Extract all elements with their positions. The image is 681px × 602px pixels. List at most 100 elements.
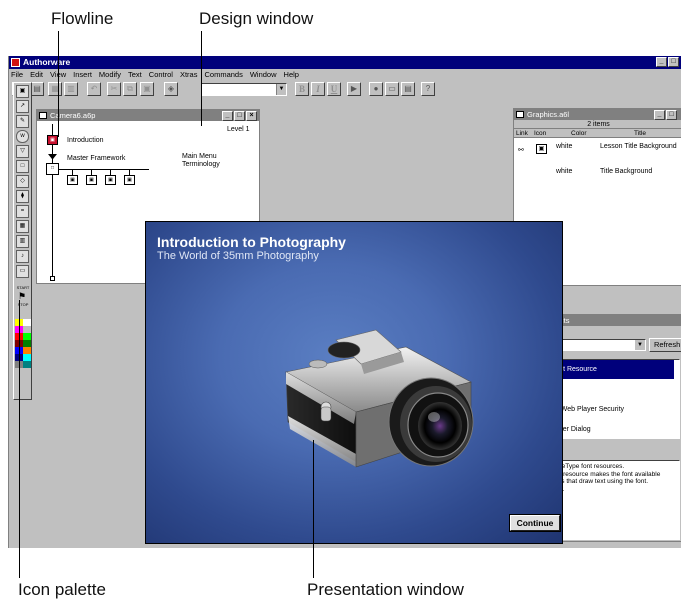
graphics-column-headers: Link Icon Color Title — [514, 129, 681, 138]
graphics-maximize-button[interactable]: □ — [666, 110, 677, 120]
paste-icon[interactable]: ▣ — [140, 82, 154, 96]
menu-item-control[interactable]: Control — [149, 70, 173, 79]
column-title[interactable]: Title — [634, 129, 646, 138]
help-pointer-icon[interactable]: ? — [421, 82, 435, 96]
find-icon[interactable]: ◈ — [164, 82, 178, 96]
framework-icon[interactable]: □ — [16, 160, 29, 173]
knowledge-objects-icon[interactable]: ▤ — [401, 82, 415, 96]
menu-item-text[interactable]: Text — [128, 70, 142, 79]
graphics-minimize-button[interactable]: _ — [654, 110, 665, 120]
table-row[interactable]: white Title Background — [514, 167, 681, 189]
maximize-button[interactable]: □ — [668, 57, 679, 67]
menu-item-edit[interactable]: Edit — [30, 70, 43, 79]
navigate-icon[interactable]: ▽ — [16, 145, 29, 158]
flowline-pointer-line — [58, 31, 59, 137]
digital-movie-icon[interactable]: ▥ — [16, 235, 29, 248]
wait-icon[interactable]: w — [16, 130, 29, 143]
graphics-window-title: Graphics.a6l — [527, 110, 570, 119]
icon-palette: ▣ ↗ ✎ w ▽ □ ◇ ⧫ = ▦ ▥ ♪ ▭ START ⚑ STOP — [13, 82, 32, 400]
page-display-icon[interactable]: ▣ — [105, 175, 116, 185]
underline-button[interactable]: U — [327, 82, 341, 96]
document-icon — [39, 112, 47, 119]
copy-icon[interactable]: ⧉ — [123, 82, 137, 96]
design-minimize-button[interactable]: _ — [222, 111, 233, 121]
level-label: Level 1 — [227, 126, 250, 133]
menu-bar: FileEditViewInsertModifyTextControlXtras… — [9, 69, 681, 80]
cut-icon[interactable]: ✂ — [107, 82, 121, 96]
page-display-icon[interactable]: ▣ — [67, 175, 78, 185]
refresh-button[interactable]: Refresh — [649, 338, 681, 352]
row-title: Lesson Title Background — [600, 143, 677, 150]
toolbar: ▭ ▤ ▦ ▥ ↶ ✂ ⧉ ▣ ◈ ▼ B I U ▶ ● ▭ ▤ ? — [9, 81, 681, 98]
figure: Flowline Design window Icon palette Pres… — [0, 0, 681, 602]
camera-image — [285, 329, 474, 468]
undo-icon[interactable]: ↶ — [87, 82, 101, 96]
master-framework-icon[interactable]: □ — [46, 163, 59, 175]
restart-icon[interactable]: ▶ — [347, 82, 361, 96]
functions-icon[interactable]: ● — [369, 82, 383, 96]
color-swatch[interactable] — [23, 340, 31, 347]
table-row[interactable]: ⚯ ▣ white Lesson Title Background — [514, 142, 681, 164]
italic-button[interactable]: I — [311, 82, 325, 96]
page-display-icon[interactable]: ▣ — [124, 175, 135, 185]
presentation-window-pointer-line — [313, 440, 314, 578]
bold-button[interactable]: B — [295, 82, 309, 96]
design-window-title-bar: Camera6.a6p _ □ × — [37, 110, 259, 121]
row-color: white — [556, 168, 573, 175]
motion-icon[interactable]: ↗ — [16, 100, 29, 113]
color-swatch[interactable] — [23, 326, 31, 333]
display-icon: ▣ — [536, 144, 547, 154]
save-icon[interactable]: ▦ — [48, 82, 62, 96]
column-link[interactable]: Link — [516, 129, 528, 138]
decision-icon[interactable]: ◇ — [16, 175, 29, 188]
menu-item-file[interactable]: File — [11, 70, 23, 79]
sound-icon[interactable]: ♪ — [16, 250, 29, 263]
open-file-icon[interactable]: ▤ — [30, 82, 44, 96]
icon-palette-pointer-line — [19, 300, 20, 578]
menu-item-insert[interactable]: Insert — [73, 70, 92, 79]
calculation-icon[interactable]: = — [16, 205, 29, 218]
start-flag-label: START — [16, 285, 30, 290]
graphics-title-bar: Graphics.a6l _ □ — [514, 109, 681, 120]
menu-item-help[interactable]: Help — [284, 70, 299, 79]
design-window-callout: Design window — [199, 9, 314, 28]
main-menu-label: Main Menu — [182, 153, 217, 160]
erase-icon[interactable]: ✎ — [16, 115, 29, 128]
color-swatch[interactable] — [23, 347, 31, 354]
variables-icon[interactable]: ▭ — [385, 82, 399, 96]
color-swatch[interactable] — [23, 333, 31, 340]
minimize-button[interactable]: _ — [656, 57, 667, 67]
row-title: Title Background — [600, 168, 653, 175]
page-display-icon[interactable]: ▣ — [86, 175, 97, 185]
design-window-title: Camera6.a6p — [50, 111, 96, 120]
color-swatch[interactable] — [23, 354, 31, 361]
design-close-button[interactable]: × — [246, 111, 257, 121]
app-title: Authorware — [23, 57, 71, 67]
video-icon[interactable]: ▭ — [16, 265, 29, 278]
icon-palette-callout: Icon palette — [18, 580, 106, 599]
introduction-display-icon[interactable]: ▣ — [47, 135, 58, 145]
interaction-icon[interactable]: ⧫ — [16, 190, 29, 203]
row-color: white — [556, 143, 573, 150]
stop-flag-label: STOP — [17, 302, 29, 307]
graphics-items-count: 2 items — [514, 120, 681, 129]
text-style-dropdown[interactable]: ▼ — [201, 83, 287, 96]
map-icon[interactable]: ▦ — [16, 220, 29, 233]
continue-button[interactable]: Continue — [510, 515, 560, 531]
presentation-window: Introduction to Photography The World of… — [145, 221, 563, 544]
design-maximize-button[interactable]: □ — [234, 111, 245, 121]
import-icon[interactable]: ▥ — [64, 82, 78, 96]
display-icon[interactable]: ▣ — [16, 85, 29, 98]
column-icon[interactable]: Icon — [534, 129, 546, 138]
design-window-pointer-line — [201, 31, 202, 126]
flowline-callout: Flowline — [51, 9, 114, 28]
menu-item-xtras[interactable]: Xtras — [180, 70, 198, 79]
introduction-label: Introduction — [67, 137, 104, 144]
color-swatch[interactable] — [23, 319, 31, 326]
column-color[interactable]: Color — [571, 129, 587, 138]
menu-item-modify[interactable]: Modify — [99, 70, 121, 79]
color-swatch[interactable] — [23, 361, 31, 368]
menu-item-window[interactable]: Window — [250, 70, 277, 79]
chevron-down-icon: ▼ — [276, 84, 286, 95]
menu-item-commands[interactable]: Commands — [204, 70, 242, 79]
